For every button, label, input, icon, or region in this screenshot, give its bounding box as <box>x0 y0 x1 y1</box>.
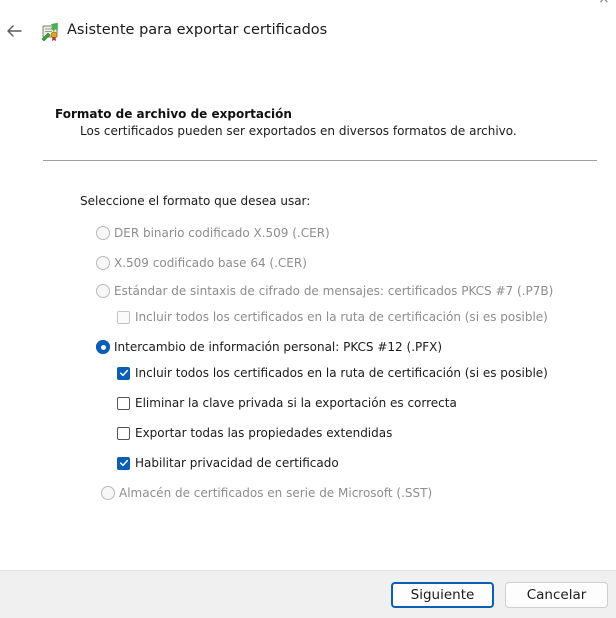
back-button[interactable] <box>2 18 26 44</box>
option-label: DER binario codificado X.509 (.CER) <box>114 226 330 240</box>
radio-base64[interactable]: X.509 codificado base 64 (.CER) <box>96 256 307 270</box>
title-bar: Asistente para exportar certificados <box>0 14 616 50</box>
option-label: Eliminar la clave privada si la exportac… <box>135 396 457 410</box>
close-icon[interactable]: × <box>598 0 612 6</box>
option-label: X.509 codificado base 64 (.CER) <box>114 256 307 270</box>
checkbox-pkcs7-include-chain[interactable]: Incluir todos los certificados en la rut… <box>117 310 548 324</box>
radio-button[interactable] <box>96 256 110 270</box>
option-label: Incluir todos los certificados en la rut… <box>135 366 548 380</box>
radio-pkcs7[interactable]: Estándar de sintaxis de cifrado de mensa… <box>96 284 553 298</box>
radio-button[interactable] <box>101 486 115 500</box>
option-label: Intercambio de información personal: PKC… <box>114 340 443 354</box>
next-button[interactable]: Siguiente <box>391 582 494 608</box>
radio-button-selected[interactable] <box>96 340 110 354</box>
checkbox-export-extended-properties[interactable]: Exportar todas las propiedades extendida… <box>117 426 392 440</box>
window-title: Asistente para exportar certificados <box>67 22 328 38</box>
option-label: Habilitar privacidad de certificado <box>135 456 339 470</box>
checkbox[interactable] <box>117 310 130 324</box>
option-label: Exportar todas las propiedades extendida… <box>135 426 393 440</box>
radio-button[interactable] <box>96 284 110 298</box>
checkbox[interactable] <box>117 396 130 410</box>
checkbox-checked[interactable] <box>117 456 130 470</box>
header-divider <box>43 160 597 161</box>
radio-button[interactable] <box>96 226 110 240</box>
option-label: Almacén de certificados en serie de Micr… <box>119 486 433 500</box>
checkmark-icon <box>119 459 128 467</box>
checkbox-delete-private-key[interactable]: Eliminar la clave privada si la exportac… <box>117 396 457 410</box>
page-title: Formato de archivo de exportación <box>55 107 292 121</box>
checkbox[interactable] <box>117 426 130 440</box>
certificate-icon <box>41 22 58 42</box>
checkmark-icon <box>119 369 128 377</box>
format-prompt: Seleccione el formato que desea usar: <box>80 194 311 208</box>
checkbox-checked[interactable] <box>117 366 130 380</box>
radio-pkcs12[interactable]: Intercambio de información personal: PKC… <box>96 340 442 354</box>
checkbox-enable-certificate-privacy[interactable]: Habilitar privacidad de certificado <box>117 456 339 470</box>
checkbox-pkcs12-include-chain[interactable]: Incluir todos los certificados en la rut… <box>117 366 548 380</box>
page-description: Los certificados pueden ser exportados e… <box>80 124 517 138</box>
option-label: Estándar de sintaxis de cifrado de mensa… <box>114 284 554 298</box>
option-label: Incluir todos los certificados en la rut… <box>135 310 548 324</box>
cancel-button[interactable]: Cancelar <box>505 582 608 608</box>
arrow-left-icon <box>7 25 22 37</box>
radio-sst[interactable]: Almacén de certificados en serie de Micr… <box>101 486 432 500</box>
radio-der-binary[interactable]: DER binario codificado X.509 (.CER) <box>96 226 330 240</box>
